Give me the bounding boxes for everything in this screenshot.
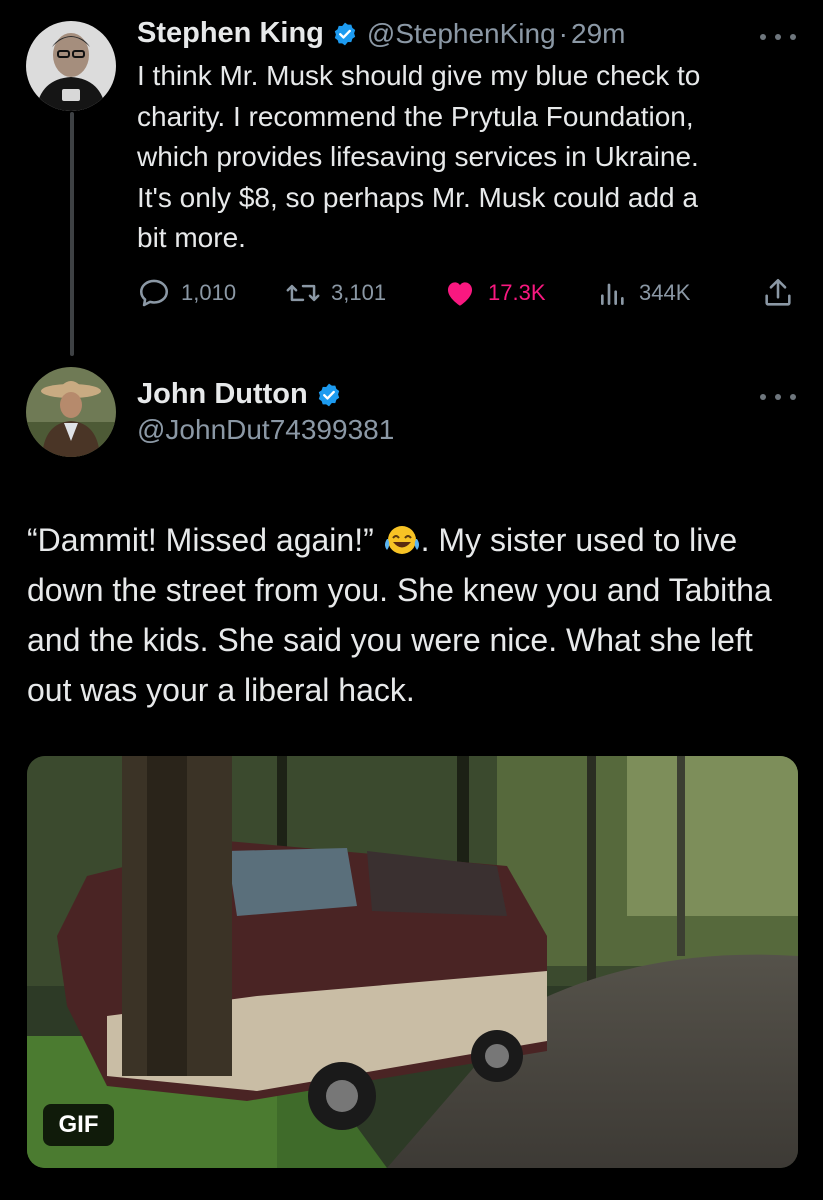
original-tweet-header: Stephen King @StephenKing · 29m — [137, 17, 625, 50]
reply-text-quote: “Dammit! Missed again!” — [27, 522, 383, 558]
reply-tweet-header: John Dutton — [137, 378, 342, 411]
heart-icon — [447, 282, 473, 306]
reply-tweet-text: “Dammit! Missed again!” . My sister used… — [27, 515, 797, 715]
laughing-emoji-icon — [383, 521, 421, 555]
reply-count: 1,010 — [181, 280, 237, 305]
retweet-button[interactable]: 3,101 — [285, 276, 386, 310]
views-button[interactable]: 344K — [597, 276, 690, 310]
share-icon — [765, 278, 791, 306]
more-options-icon[interactable] — [760, 32, 796, 42]
like-button[interactable]: 17.3K — [442, 276, 546, 310]
views-icon — [601, 283, 624, 305]
author-handle[interactable]: @JohnDut74399381 — [137, 414, 394, 446]
gif-badge: GIF — [43, 1104, 114, 1146]
gif-media[interactable] — [27, 756, 798, 1168]
tweet-text-line: charity. I recommend the Prytula Foundat… — [137, 100, 694, 132]
view-count: 344K — [639, 280, 691, 305]
reply-icon — [139, 279, 169, 307]
tweet-text-line: It's only $8, so perhaps Mr. Musk could … — [137, 181, 698, 213]
author-handle[interactable]: @StephenKing — [367, 18, 556, 50]
tweet-text-line: which provides lifesaving services in Uk… — [137, 141, 699, 172]
thread-connector-line — [70, 112, 74, 356]
tweet-text-line: bit more. — [137, 222, 246, 253]
verified-badge-icon — [332, 21, 358, 47]
more-options-icon[interactable] — [760, 392, 796, 402]
share-button[interactable] — [761, 276, 795, 310]
john-dutton-avatar[interactable] — [26, 367, 116, 457]
retweet-count: 3,101 — [331, 280, 387, 305]
reply-button[interactable]: 1,010 — [137, 276, 236, 310]
author-name[interactable]: Stephen King — [137, 17, 324, 50]
tweet-timestamp[interactable]: 29m — [571, 18, 625, 50]
like-count: 17.3K — [488, 280, 546, 305]
author-name[interactable]: John Dutton — [137, 378, 308, 411]
tweet-text-line: I think Mr. Musk should give my blue che… — [137, 60, 701, 91]
tweet-action-bar: 1,010 3,101 17.3K 344K — [137, 276, 797, 316]
original-tweet-text: I think Mr. Musk should give my blue che… — [137, 56, 807, 259]
verified-badge-icon — [316, 382, 342, 408]
stephen-king-avatar[interactable] — [26, 21, 116, 111]
retweet-icon — [286, 284, 320, 302]
separator-dot: · — [558, 17, 568, 49]
